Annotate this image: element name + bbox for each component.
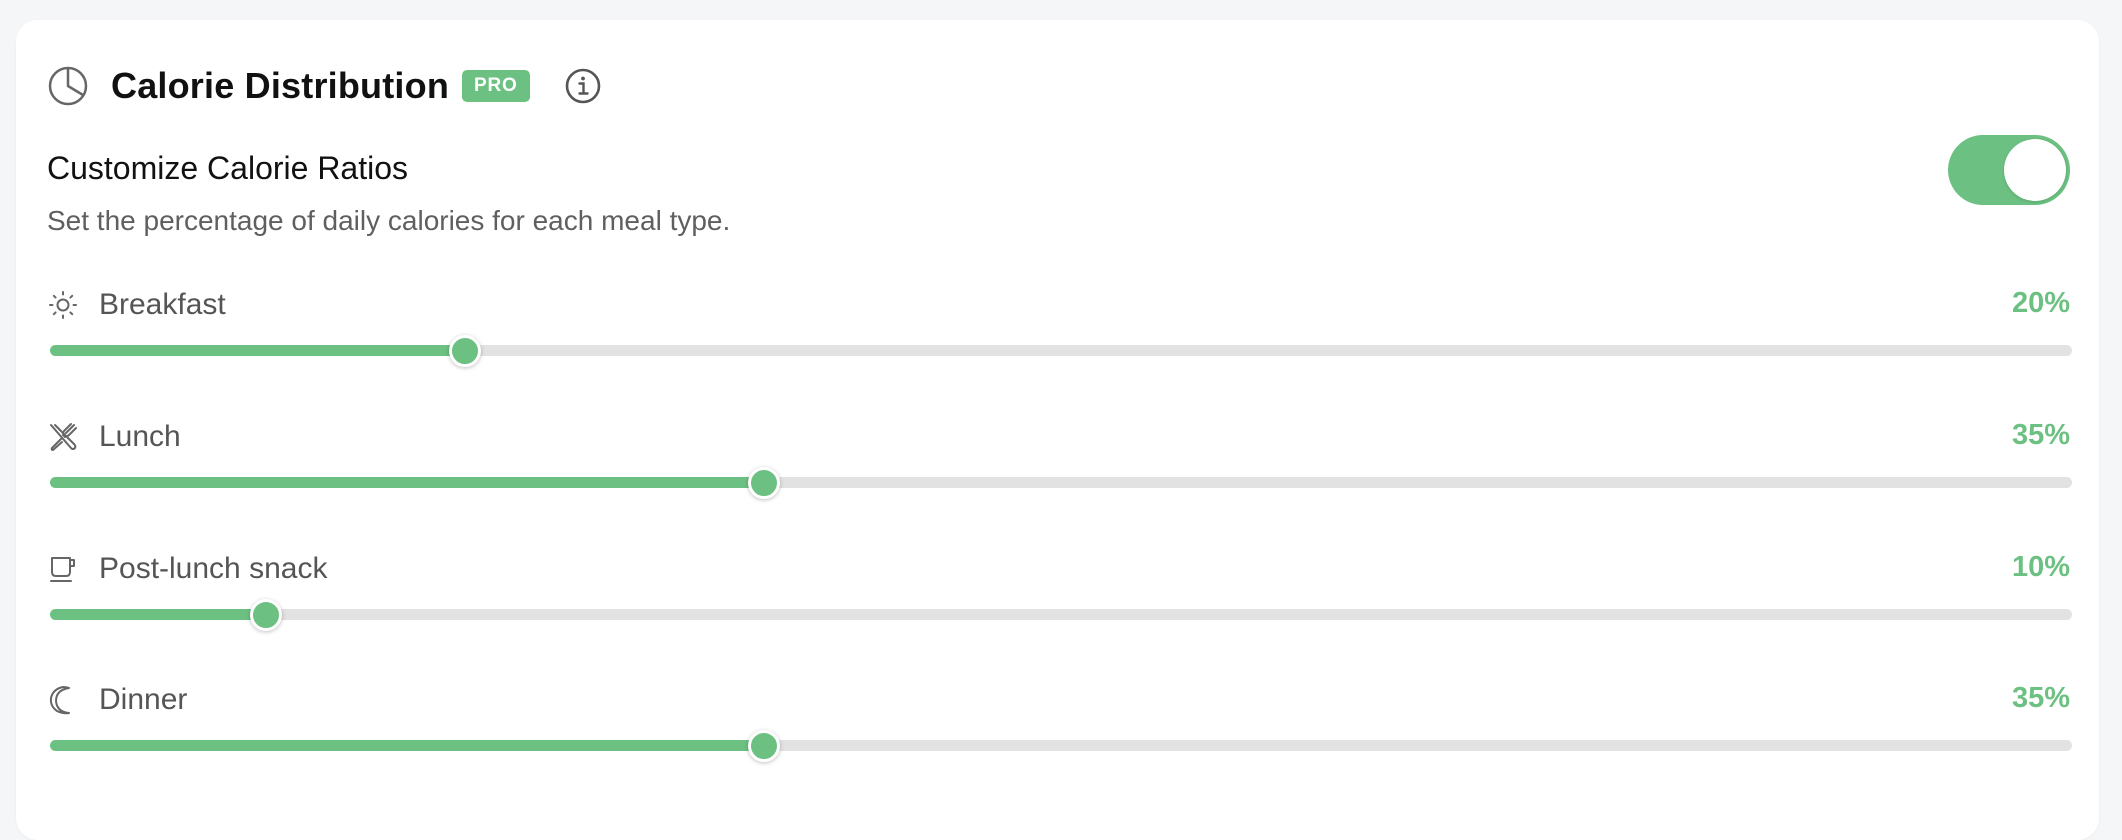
meal-percent: 35% (2011, 419, 2070, 451)
meal-row-post-lunch-snack: Post-lunch snack 10% (47, 549, 2072, 669)
moon-icon (49, 686, 70, 715)
slider-thumb[interactable] (747, 730, 780, 762)
meal-label: Post-lunch snack (99, 552, 328, 585)
meal-label: Lunch (99, 420, 181, 453)
slider-thumb[interactable] (747, 467, 780, 499)
pie-chart-icon (48, 66, 88, 106)
meal-header: Breakfast (47, 285, 226, 325)
meal-header: Dinner (47, 680, 187, 720)
meal-percent: 10% (2011, 551, 2070, 583)
customize-ratios-description: Set the percentage of daily calories for… (47, 205, 731, 236)
meal-label: Dinner (99, 683, 188, 716)
meal-row-lunch: Lunch 35% (47, 417, 2072, 537)
meal-header: Post-lunch snack (47, 549, 327, 589)
meal-row-dinner: Dinner 35% (47, 680, 2072, 800)
meal-percent: 35% (2011, 682, 2070, 714)
slider-thumb[interactable] (448, 335, 481, 367)
toggle-knob (2004, 139, 2066, 201)
pro-badge: PRO (462, 70, 530, 102)
slider-fill (50, 477, 764, 488)
slider-thumb[interactable] (250, 599, 283, 631)
page-title: Calorie Distribution (111, 65, 450, 106)
dinner-slider[interactable] (50, 730, 2072, 762)
coffee-cup-icon (50, 557, 75, 582)
slider-fill (50, 740, 764, 751)
customize-ratios-toggle[interactable] (1948, 135, 2070, 205)
meal-header: Lunch (47, 417, 181, 457)
slider-track (50, 609, 2072, 620)
slider-fill (50, 345, 465, 356)
slider-fill (50, 609, 267, 620)
post-lunch-snack-slider[interactable] (50, 599, 2072, 631)
customize-ratios-title: Customize Calorie Ratios (47, 150, 409, 186)
meal-row-breakfast: Breakfast 20% (47, 285, 2072, 405)
info-icon[interactable] (564, 67, 602, 105)
meal-label: Breakfast (99, 288, 226, 321)
card-header: Calorie Distribution PRO (47, 64, 602, 108)
lunch-slider[interactable] (50, 467, 2072, 499)
breakfast-slider[interactable] (50, 335, 2072, 367)
sun-icon (49, 291, 77, 319)
meal-percent: 20% (2011, 287, 2070, 319)
utensils-icon (50, 423, 77, 451)
